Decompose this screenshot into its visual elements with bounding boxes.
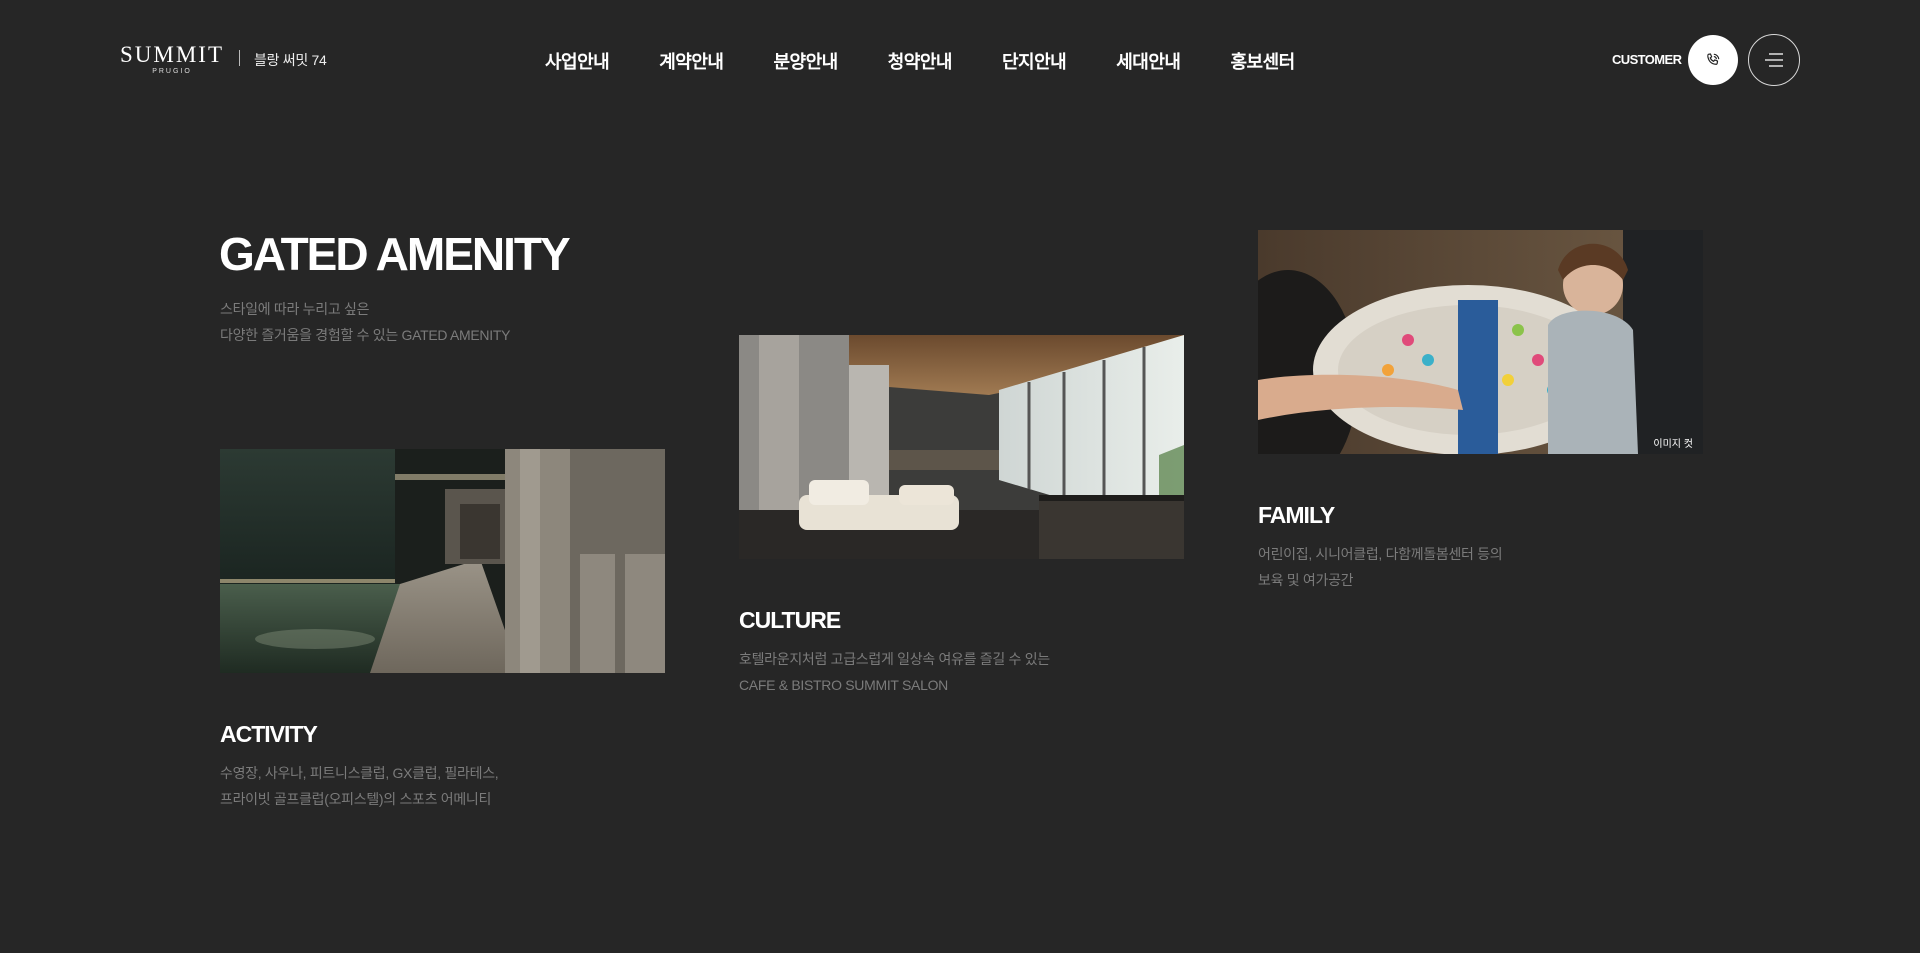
card-title: ACTIVITY — [220, 721, 318, 747]
section-title: GATED AMENITY — [219, 228, 571, 280]
card-description: 어린이집, 시니어클럽, 다함께돌봄센터 등의 보육 및 여가공간 — [1258, 541, 1703, 593]
phone-icon — [1707, 53, 1720, 65]
nav-item-subscription[interactable]: 청약안내 — [888, 48, 953, 74]
family-image: 이미지 컷 — [1258, 230, 1703, 454]
card-description: 호텔라운지처럼 고급스럽게 일상속 여유를 즐길 수 있는 CAFE & BIS… — [739, 646, 1184, 698]
activity-image — [220, 449, 665, 673]
card-desc-line: 수영장, 사우나, 피트니스클럽, GX클럽, 필라테스, — [220, 765, 499, 781]
card-description: 수영장, 사우나, 피트니스클럽, GX클럽, 필라테스, 프라이빗 골프클럽(… — [220, 760, 665, 812]
amenity-card-culture: CULTURE 호텔라운지처럼 고급스럽게 일상속 여유를 즐길 수 있는 CA… — [739, 335, 1184, 698]
main-nav: 사업안내 계약안내 분양안내 청약안내 단지안내 세대안내 홍보센터 — [545, 48, 1295, 74]
site-header: SUMMIT PRUGIO 블랑 써밋 74 사업안내 계약안내 분양안내 청약… — [0, 0, 1920, 120]
card-title: FAMILY — [1258, 502, 1335, 528]
culture-image — [739, 335, 1184, 559]
logo[interactable]: SUMMIT PRUGIO 블랑 써밋 74 — [120, 42, 327, 75]
amenity-card-family: 이미지 컷 FAMILY 어린이집, 시니어클럽, 다함께돌봄센터 등의 보육 … — [1258, 230, 1703, 593]
hamburger-menu-icon — [1765, 53, 1783, 67]
summit-logo-mark: SUMMIT PRUGIO — [120, 42, 225, 75]
site-name: 블랑 써밋 74 — [254, 52, 327, 68]
nav-item-complex[interactable]: 단지안내 — [1002, 48, 1067, 74]
nav-item-pr-center[interactable]: 홍보센터 — [1231, 48, 1296, 74]
card-title: CULTURE — [739, 607, 841, 633]
card-desc-line: 어린이집, 시니어클럽, 다함께돌봄센터 등의 — [1258, 546, 1503, 562]
logo-sub-text: PRUGIO — [152, 68, 192, 75]
logo-main-text: SUMMIT — [120, 42, 225, 67]
nav-item-contract[interactable]: 계약안내 — [659, 48, 724, 74]
menu-button[interactable] — [1748, 34, 1800, 86]
card-desc-line: CAFE & BISTRO SUMMIT SALON — [739, 677, 948, 693]
card-desc-line: 호텔라운지처럼 고급스럽게 일상속 여유를 즐길 수 있는 — [739, 651, 1050, 667]
nav-item-unit[interactable]: 세대안내 — [1116, 48, 1181, 74]
section-description: 스타일에 따라 누리고 싶은 다양한 즐거움을 경험할 수 있는 GATED A… — [220, 296, 510, 348]
customer-label: CUSTOMER — [1612, 52, 1682, 67]
section-desc-line: 스타일에 따라 누리고 싶은 — [220, 301, 370, 317]
nav-item-sale[interactable]: 분양안내 — [774, 48, 839, 74]
section-desc-line: 다양한 즐거움을 경험할 수 있는 GATED AMENITY — [220, 327, 511, 343]
logo-divider — [239, 50, 241, 66]
card-desc-line: 보육 및 여가공간 — [1258, 572, 1354, 588]
nav-item-business[interactable]: 사업안내 — [545, 48, 610, 74]
amenity-card-activity: ACTIVITY 수영장, 사우나, 피트니스클럽, GX클럽, 필라테스, 프… — [220, 449, 665, 812]
call-button[interactable] — [1688, 35, 1738, 85]
card-desc-line: 프라이빗 골프클럽(오피스텔)의 스포츠 어메니티 — [220, 791, 492, 807]
image-caption: 이미지 컷 — [1653, 439, 1693, 450]
